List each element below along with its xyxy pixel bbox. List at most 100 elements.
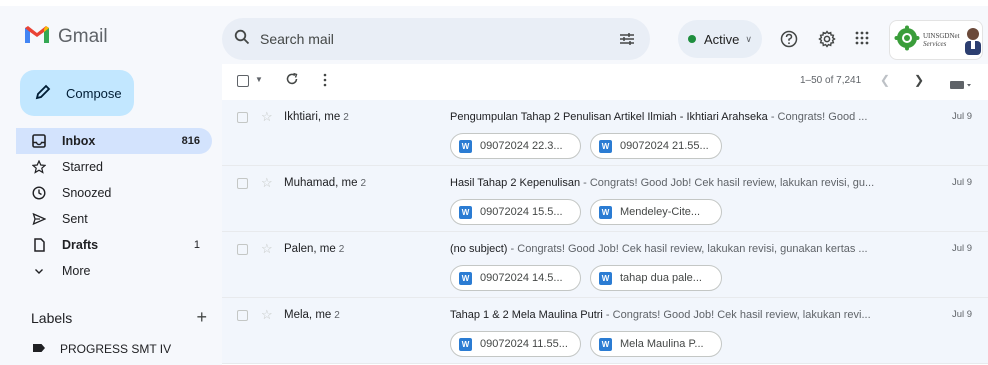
- next-page-icon[interactable]: ❯: [914, 73, 924, 87]
- label-item-progress-smt-iv[interactable]: PROGRESS SMT IV: [32, 342, 171, 356]
- row-checkbox[interactable]: [237, 310, 248, 321]
- status-dot-icon: [688, 35, 696, 43]
- sidebar-item-label: Drafts: [62, 238, 99, 252]
- email-subject: Tahap 1 & 2 Mela Maulina Putri: [450, 309, 603, 321]
- attachment-name: 09072024 22.3...: [480, 140, 563, 152]
- organization-name: UINSGDNet Services: [923, 32, 960, 48]
- star-icon[interactable]: ☆: [261, 241, 273, 257]
- sidebar-item-label: More: [62, 264, 91, 278]
- word-document-icon: W: [599, 271, 612, 285]
- pagination-count: 1–50 of 7,241: [800, 75, 862, 86]
- star-icon[interactable]: ☆: [261, 109, 273, 125]
- status-selector[interactable]: Active ∨: [678, 20, 762, 58]
- sidebar-item-label: Sent: [62, 212, 88, 226]
- inbox-icon: [32, 134, 46, 148]
- row-checkbox[interactable]: [237, 112, 248, 123]
- compose-button[interactable]: Compose: [20, 70, 134, 116]
- draft-count: 1: [193, 239, 200, 251]
- previous-page-icon[interactable]: ❮: [880, 73, 890, 87]
- sidebar-item-snoozed[interactable]: Snoozed: [16, 180, 212, 206]
- file-icon: [32, 238, 46, 252]
- email-row[interactable]: ☆ Mela, me 2 Tahap 1 & 2 Mela Maulina Put…: [222, 298, 988, 364]
- email-sender: Ikhtiari, me 2: [284, 111, 349, 123]
- refresh-icon[interactable]: [285, 72, 299, 91]
- word-document-icon: W: [599, 139, 612, 153]
- input-tools-keyboard-icon[interactable]: [950, 77, 972, 95]
- organization-badge[interactable]: UINSGDNet Services: [889, 20, 983, 60]
- email-subject: Pengumpulan Tahap 2 Penulisan Artikel Il…: [450, 111, 768, 123]
- attachment-name: 09072024 21.55...: [620, 140, 709, 152]
- sidebar-item-sent[interactable]: Sent: [16, 206, 212, 232]
- star-icon[interactable]: ☆: [261, 307, 273, 323]
- sidebar-item-label: Inbox: [62, 134, 96, 148]
- attachment-name: Mendeley-Cite...: [620, 206, 701, 218]
- attachment-chip[interactable]: W 09072024 11.55...: [450, 331, 581, 357]
- email-date: Jul 9: [952, 111, 973, 122]
- label-icon: [32, 342, 46, 356]
- account-avatar[interactable]: [962, 25, 984, 55]
- help-icon[interactable]: [780, 30, 798, 53]
- email-content: Tahap 1 & 2 Mela Maulina Putri - Congrat…: [450, 309, 910, 321]
- email-row[interactable]: ☆ Muhamad, me 2 Hasil Tahap 2 Kepenulisan…: [222, 166, 988, 232]
- settings-gear-icon[interactable]: [818, 30, 836, 53]
- attachment-name: 09072024 11.55...: [480, 338, 568, 350]
- sidebar-item-drafts[interactable]: Drafts 1: [16, 232, 212, 258]
- labels-header: Labels +: [31, 308, 207, 326]
- sidebar-item-inbox[interactable]: Inbox 816: [16, 128, 212, 154]
- gmail-m-icon: [24, 24, 50, 49]
- compose-label: Compose: [66, 85, 122, 101]
- attachment-chip[interactable]: Wtahap dua pale...: [590, 265, 722, 291]
- thread-count: 2: [338, 244, 345, 255]
- pencil-icon: [34, 83, 52, 104]
- word-document-icon: W: [459, 271, 472, 285]
- label-name: PROGRESS SMT IV: [60, 342, 172, 356]
- email-sender: Mela, me 2: [284, 309, 340, 321]
- thread-count: 2: [343, 112, 349, 123]
- sidebar-item-more[interactable]: More: [16, 258, 212, 284]
- email-snippet: - Congrats! Good Job! Cek hasil review, …: [580, 177, 875, 189]
- select-all-checkbox[interactable]: [237, 75, 249, 87]
- attachment-chip[interactable]: W Mela Maulina P...: [590, 331, 722, 357]
- thread-count: 2: [334, 310, 340, 321]
- apps-grid-icon[interactable]: [854, 30, 870, 51]
- app-name: Gmail: [58, 25, 108, 47]
- attachment-chip[interactable]: W 09072024 14.5...: [450, 265, 581, 291]
- add-label-button[interactable]: +: [196, 308, 207, 326]
- email-sender: Muhamad, me 2: [284, 177, 367, 189]
- status-label: Active: [704, 31, 740, 47]
- sidebar-item-label: Snoozed: [62, 186, 112, 200]
- select-menu-caret-icon[interactable]: ▼: [255, 75, 263, 84]
- attachment-name: Mela Maulina P...: [620, 338, 704, 350]
- search-icon[interactable]: [234, 29, 250, 50]
- attachment-chip[interactable]: W 09072024 15.5...: [450, 199, 581, 225]
- labels-heading: Labels: [31, 310, 73, 326]
- sidebar-item-starred[interactable]: Starred: [16, 154, 212, 180]
- list-toolbar: ▼ 1–50 of 7,241 ❮ ❯: [222, 64, 988, 100]
- email-date: Jul 9: [952, 243, 973, 254]
- search-input[interactable]: [260, 31, 590, 47]
- email-sender: Palen, me 2: [284, 243, 345, 255]
- email-row[interactable]: ☆ Ikhtiari, me 2 Pengumpulan Tahap 2 Penu…: [222, 100, 988, 166]
- star-icon[interactable]: ☆: [261, 175, 273, 191]
- unread-count: 816: [181, 135, 200, 147]
- clock-icon: [32, 186, 46, 200]
- word-document-icon: W: [459, 139, 472, 153]
- attachment-chip[interactable]: W Mendeley-Cite...: [590, 199, 722, 225]
- word-document-icon: W: [599, 337, 612, 351]
- email-snippet: - Congrats! Good ...: [767, 111, 868, 123]
- more-options-icon[interactable]: [323, 73, 327, 92]
- email-content: Hasil Tahap 2 Kepenulisan - Congrats! Go…: [450, 177, 910, 189]
- attachment-chip[interactable]: W 09072024 22.3...: [450, 133, 581, 159]
- attachment-chip[interactable]: W 09072024 21.55...: [590, 133, 722, 159]
- chevron-down-icon: ∨: [745, 33, 752, 44]
- search-options-icon[interactable]: [618, 30, 636, 53]
- search-bar[interactable]: [222, 18, 650, 60]
- mail-list-panel: ▼ 1–50 of 7,241 ❮ ❯ ☆ Ikhtiari, me 2 Peng…: [222, 64, 988, 365]
- row-checkbox[interactable]: [237, 178, 248, 189]
- email-snippet: - Congrats! Good Job! Cek hasil review, …: [602, 309, 871, 321]
- email-row[interactable]: ☆ Palen, me 2 (no subject) - Congrats! Go…: [222, 232, 988, 298]
- word-document-icon: W: [599, 205, 612, 219]
- sidebar-item-label: Starred: [62, 160, 103, 174]
- row-checkbox[interactable]: [237, 244, 248, 255]
- gmail-logo[interactable]: Gmail: [24, 24, 108, 49]
